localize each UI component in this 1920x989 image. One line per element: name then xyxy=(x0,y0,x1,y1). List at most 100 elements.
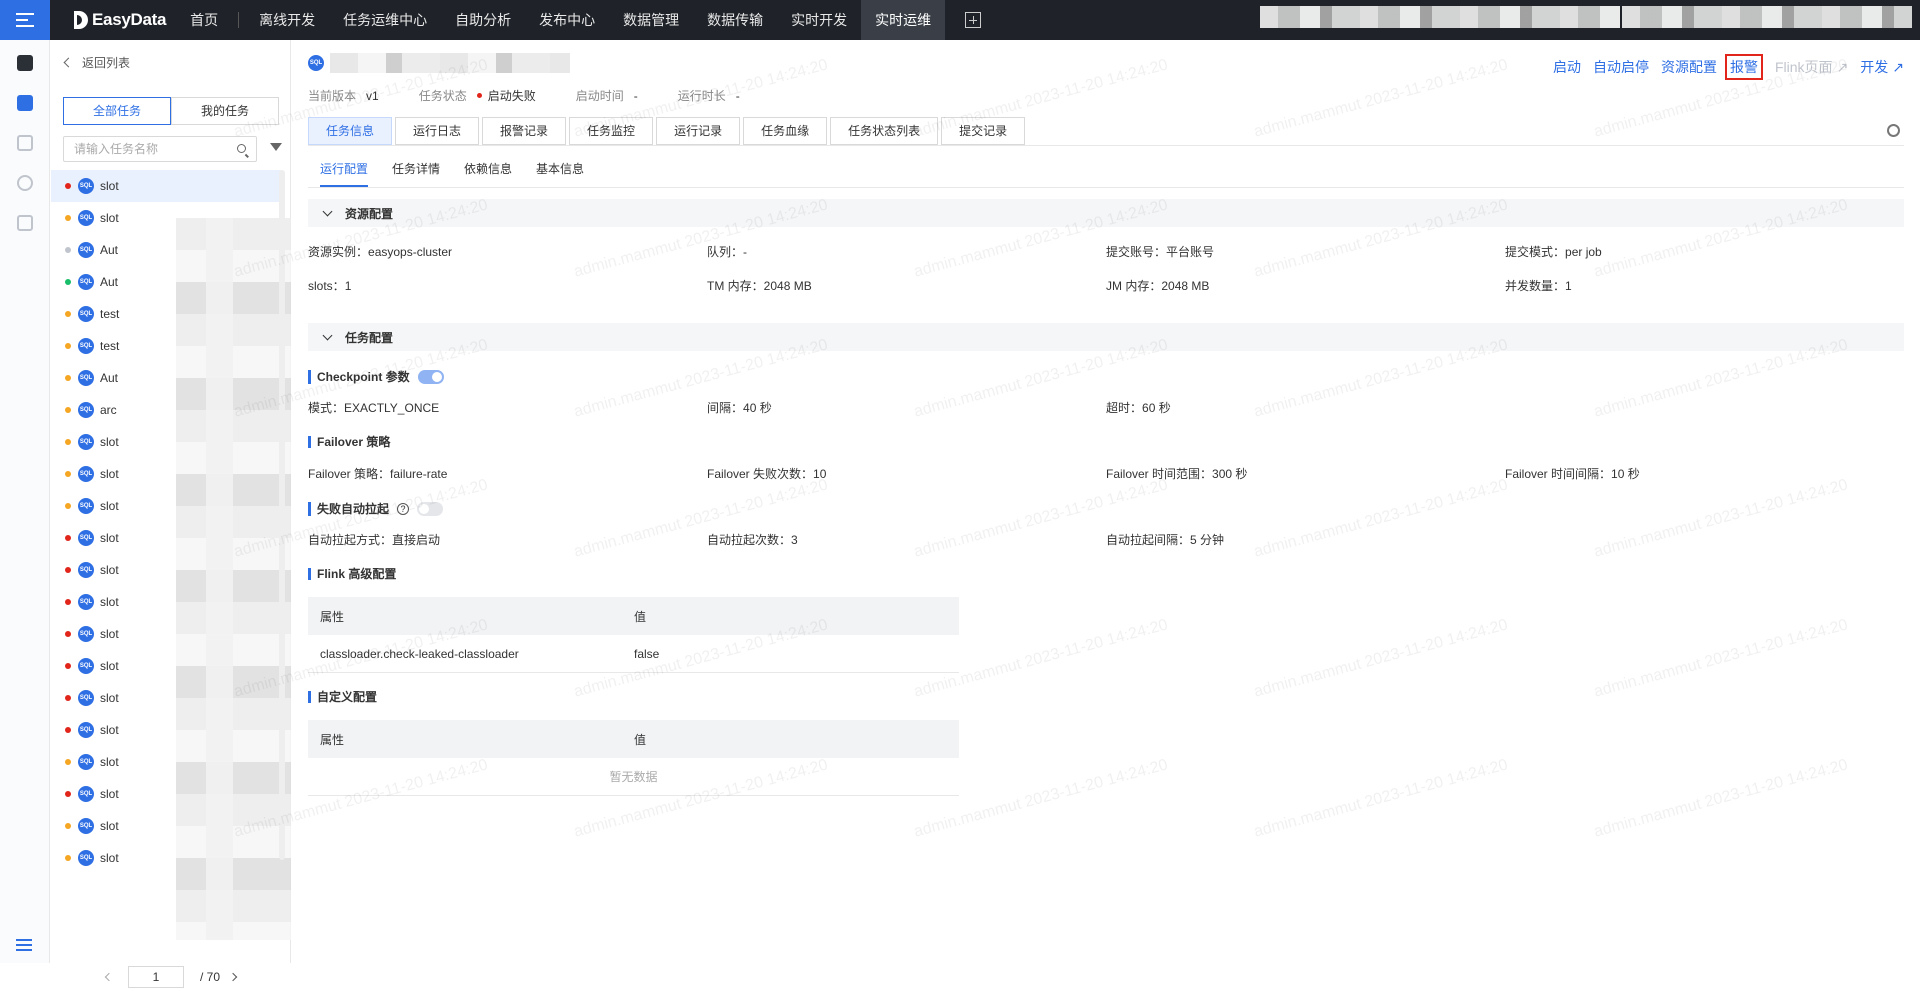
status-dot xyxy=(65,695,71,701)
sql-task-icon: SQL xyxy=(78,274,94,290)
subtab-divider xyxy=(308,187,1904,188)
sql-task-icon: SQL xyxy=(78,562,94,578)
redacted-task-names xyxy=(176,218,291,940)
search-analysis-icon[interactable] xyxy=(16,175,33,191)
auto-restart-mode: 自动拉起方式：直接启动 xyxy=(308,533,441,547)
task-search-box xyxy=(63,136,257,162)
tab-status-list[interactable]: 任务状态列表 xyxy=(830,117,939,145)
subtab-task-detail[interactable]: 任务详情 xyxy=(392,160,440,187)
checkpoint-interval: 间隔：40 秒 xyxy=(707,401,772,415)
page-number-input[interactable]: 1 xyxy=(127,966,184,988)
chevron-down-icon xyxy=(322,206,333,216)
next-page-icon[interactable] xyxy=(228,972,238,982)
custom-config-title: 自定义配置 xyxy=(308,691,377,703)
top-nav-bar: EasyData 首页 离线开发 任务运维中心 自助分析 发布中心 数据管理 数… xyxy=(0,0,1920,40)
tab-lineage[interactable]: 任务血缘 xyxy=(743,117,828,145)
nav-item-release[interactable]: 发布中心 xyxy=(525,0,609,40)
nav-item-home[interactable]: 首页 xyxy=(176,0,232,40)
empty-state: 暂无数据 xyxy=(308,758,959,796)
task-config-section-header[interactable]: 任务配置 xyxy=(308,323,1904,351)
logo-mark-icon xyxy=(74,11,88,29)
auto-restart-button[interactable]: 自动启停 xyxy=(1593,57,1649,77)
nav-item-data-management[interactable]: 数据管理 xyxy=(609,0,693,40)
chevron-down-icon xyxy=(322,330,333,340)
nav-item-ops-center[interactable]: 任务运维中心 xyxy=(329,0,441,40)
status-dot xyxy=(65,343,71,349)
task-name: slot xyxy=(100,627,119,641)
nav-item-realtime-ops[interactable]: 实时运维 xyxy=(861,0,946,40)
task-name: slot xyxy=(100,595,119,609)
collapse-menu-icon[interactable] xyxy=(16,939,32,951)
resource-config-button[interactable]: 资源配置 xyxy=(1661,57,1717,77)
subtab-basic-info[interactable]: 基本信息 xyxy=(536,160,584,187)
task-name: test xyxy=(100,307,120,321)
subtab-run-config[interactable]: 运行配置 xyxy=(320,160,369,187)
subtab-dependency[interactable]: 依赖信息 xyxy=(464,160,512,187)
auto-restart-count: 自动拉起次数：3 xyxy=(707,533,798,547)
tab-task-info[interactable]: 任务信息 xyxy=(308,117,393,145)
nav-item-realtime-dev[interactable]: 实时开发 xyxy=(777,0,861,40)
sql-task-icon: SQL xyxy=(78,818,94,834)
task-scope-switch: 全部任务 我的任务 xyxy=(63,97,279,125)
resource-section-header[interactable]: 资源配置 xyxy=(308,199,1904,227)
start-button[interactable]: 启动 xyxy=(1553,57,1581,77)
auto-restart-toggle[interactable] xyxy=(417,502,444,516)
app-logo[interactable]: EasyData xyxy=(74,10,166,30)
tab-alarm-records[interactable]: 报警记录 xyxy=(482,117,567,145)
checkpoint-toggle[interactable] xyxy=(417,370,444,384)
table-row: classloader.check-leaked-classloader fals… xyxy=(308,635,959,673)
help-icon[interactable]: ? xyxy=(397,503,410,515)
tab-run-records[interactable]: 运行记录 xyxy=(656,117,741,145)
sql-task-icon: SQL xyxy=(78,722,94,738)
menu-icon[interactable] xyxy=(0,0,50,40)
prev-page-icon[interactable] xyxy=(104,972,114,982)
failover-count: Failover 失败次数：10 xyxy=(707,467,827,481)
task-name: slot xyxy=(100,819,119,833)
status-value: 启动失败 xyxy=(487,89,536,103)
resource-mode: 提交模式：per job xyxy=(1505,245,1602,259)
task-title: SQL xyxy=(308,53,570,73)
tab-submit-records[interactable]: 提交记录 xyxy=(941,117,1026,145)
tab-task-monitor[interactable]: 任务监控 xyxy=(569,117,654,145)
search-icon[interactable] xyxy=(237,144,246,153)
external-link-icon: ↗ xyxy=(1836,58,1849,75)
screen-icon[interactable] xyxy=(16,135,33,151)
back-to-list-link[interactable]: 返回列表 xyxy=(63,54,130,71)
task-detail-main: SQL 启动 自动启停 资源配置 报警 Flink页面 ↗ 开发 ↗ 当前版本 v… xyxy=(292,40,1920,963)
task-list-scrollbar[interactable] xyxy=(279,170,285,860)
task-search-input[interactable] xyxy=(64,137,224,161)
sql-task-icon: SQL xyxy=(78,242,94,258)
auto-restart-interval: 自动拉起间隔：5 分钟 xyxy=(1106,533,1225,547)
settings-icon[interactable] xyxy=(1887,124,1900,137)
flink-page-button[interactable]: Flink页面 xyxy=(1775,57,1833,77)
nav-item-self-analysis[interactable]: 自助分析 xyxy=(441,0,525,40)
sql-task-icon: SQL xyxy=(78,850,94,866)
custom-config-table: 属性值 暂无数据 xyxy=(308,720,959,796)
monitor-icon[interactable] xyxy=(16,55,33,71)
resource-jm-memory: JM 内存：2048 MB xyxy=(1106,279,1210,293)
filter-icon[interactable] xyxy=(270,143,282,151)
duration-label: 运行时长 xyxy=(677,89,726,103)
task-list-icon[interactable] xyxy=(16,95,33,111)
dashboard-icon[interactable] xyxy=(16,215,33,231)
sql-task-icon: SQL xyxy=(78,306,94,322)
task-name: Aut xyxy=(100,243,119,257)
all-tasks-tab[interactable]: 全部任务 xyxy=(63,97,171,125)
sql-task-icon: SQL xyxy=(78,178,94,194)
nav-item-offline-dev[interactable]: 离线开发 xyxy=(245,0,329,40)
my-tasks-tab[interactable]: 我的任务 xyxy=(171,97,279,125)
status-dot xyxy=(65,247,71,253)
status-dot xyxy=(65,855,71,861)
sql-task-icon: SQL xyxy=(78,754,94,770)
detail-tabs: 任务信息 运行日志 报警记录 任务监控 运行记录 任务血缘 任务状态列表 提交记… xyxy=(308,117,1028,145)
task-list-item[interactable]: SQL slot xyxy=(51,170,281,202)
nav-item-data-transfer[interactable]: 数据传输 xyxy=(693,0,777,40)
failover-range: Failover 时间范围：300 秒 xyxy=(1106,467,1248,481)
alarm-button[interactable]: 报警 xyxy=(1724,54,1763,80)
add-tab-icon[interactable] xyxy=(965,12,982,28)
sql-task-icon: SQL xyxy=(78,402,94,418)
task-name: slot xyxy=(100,435,119,449)
tab-run-log[interactable]: 运行日志 xyxy=(395,117,480,145)
develop-button[interactable]: 开发 xyxy=(1860,57,1888,77)
chevron-left-icon xyxy=(63,57,74,68)
